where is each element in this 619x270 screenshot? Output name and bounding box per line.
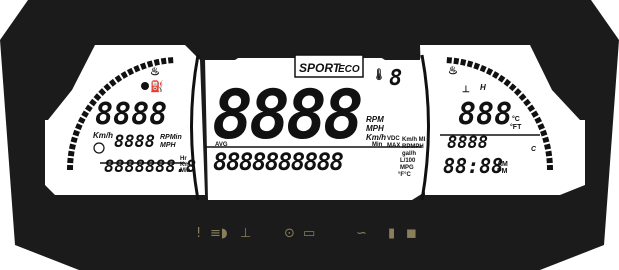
center-unit-max: MAX <box>387 143 400 149</box>
speed-unit-kmh: Km/h <box>366 133 386 142</box>
eco-label: ECO <box>338 64 360 75</box>
coolant-temp-icon: ⊥ <box>462 84 470 94</box>
coolant-icon: ⊥ <box>240 226 252 241</box>
speed-unit-min: Min <box>372 142 383 148</box>
instrument-cluster: SPORT ECO ♨ ⛽ 8888 Km/h 8888 RPMin MPH 8… <box>0 0 619 270</box>
left-mid-digits: 8888 <box>114 132 155 152</box>
engine-icon: ◼ <box>406 226 417 241</box>
fuel-icon: ▮ <box>388 226 396 241</box>
center-unit-vdc: VDC <box>387 136 400 142</box>
sport-label: SPORT <box>299 61 342 75</box>
oil-icon: ∽ <box>356 226 367 241</box>
left-mid-label: Km/h <box>93 131 113 140</box>
gear-digit: 8 <box>389 66 402 91</box>
clock: 88:88 <box>443 154 503 178</box>
left-mid-unit-2: MPH <box>160 142 177 149</box>
left-mid-unit-1: RPMin <box>160 134 182 141</box>
exclamation-icon: ! <box>196 226 202 241</box>
speed-unit-rpm: RPM <box>366 115 384 124</box>
indicator-circle <box>141 82 149 90</box>
right-mid-digits: 8888 <box>447 133 488 153</box>
speed-unit-mph: MPH <box>366 124 384 133</box>
temp-unit-c: °C <box>512 115 520 123</box>
center-unit-kmhmi: Km/h MI <box>402 137 426 143</box>
headlight-icon: ≡◗ <box>210 226 228 241</box>
speed-digits: 8888 <box>212 76 361 155</box>
center-digits: 8888888888 <box>213 148 344 176</box>
clock-pm: PM <box>497 168 508 175</box>
right-temp-digits: 888 <box>458 97 512 132</box>
seat-heat-right-icon: ♨ <box>448 65 458 77</box>
clock-am: AM <box>497 161 508 168</box>
temp-unit-ft: °FT <box>510 123 522 131</box>
left-top-digits: 8888 <box>95 97 167 132</box>
odo-unit-min: Min <box>180 168 191 174</box>
hot-label: H <box>480 83 486 92</box>
center-unit-galh: gal/h <box>402 151 416 157</box>
temp-warning-icon: 🌡 <box>372 68 386 81</box>
center-unit-l100: L/100 <box>400 158 416 164</box>
battery-icon: ▭ <box>303 226 316 241</box>
fuel-gauge-icon: ⛽ <box>150 80 164 93</box>
center-unit-rpmph: RPMPH <box>402 144 424 150</box>
center-unit-mpg: MPG <box>400 165 414 171</box>
brake-icon: ⊙ <box>284 226 295 241</box>
center-unit-fc: °F°C <box>398 172 411 178</box>
seat-heat-icon: ♨ <box>150 66 160 78</box>
